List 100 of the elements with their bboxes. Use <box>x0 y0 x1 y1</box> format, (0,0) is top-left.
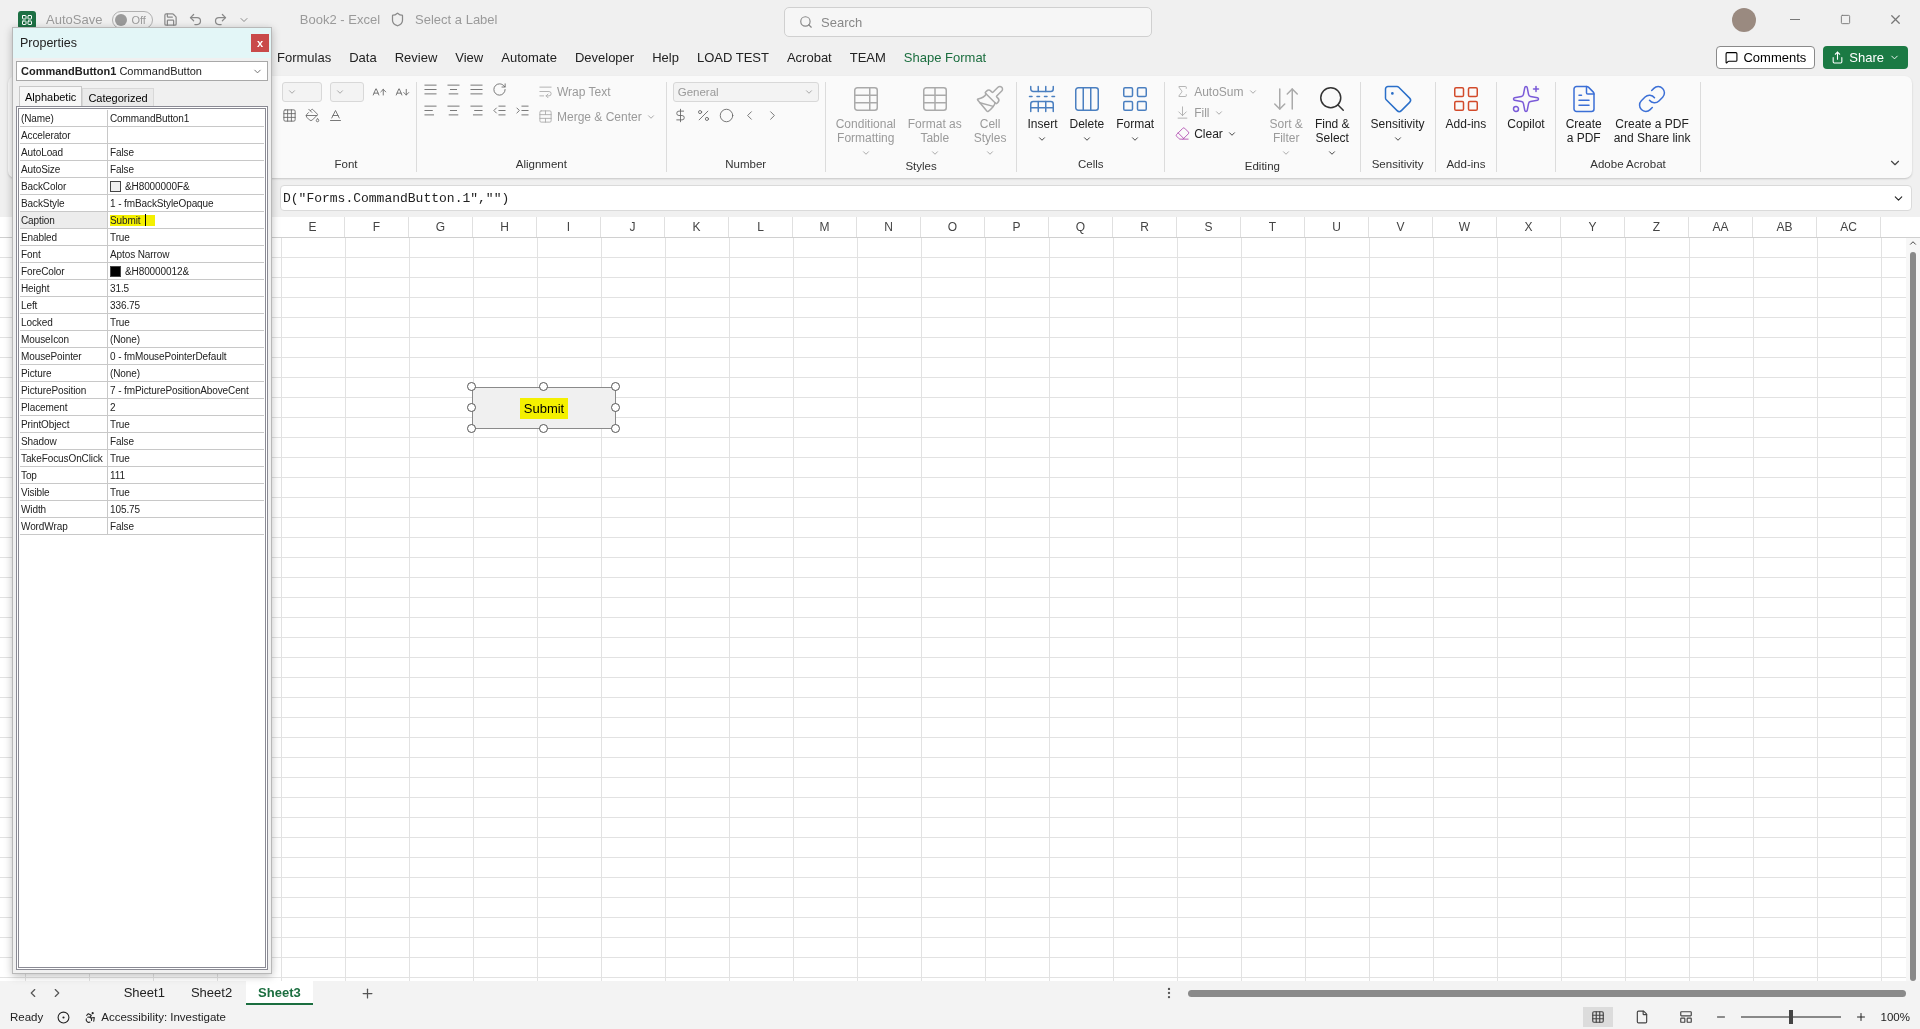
decrease-indent-icon[interactable] <box>492 103 507 118</box>
column-header[interactable]: Y <box>1561 217 1625 237</box>
column-header[interactable]: AB <box>1753 217 1817 237</box>
ribbon-command[interactable]: Clear <box>1171 124 1262 143</box>
property-name[interactable]: Placement <box>20 399 108 415</box>
align-middle-icon[interactable] <box>446 82 461 97</box>
ribbon-tab[interactable]: Acrobat <box>777 43 841 71</box>
resize-handle[interactable] <box>467 424 476 433</box>
column-header[interactable]: G <box>409 217 473 237</box>
property-name[interactable]: Top <box>20 467 108 483</box>
ribbon-command[interactable]: Create a PDF and Share link <box>1609 82 1695 147</box>
formula-bar[interactable]: D("Forms.CommandButton.1","") <box>280 185 1912 211</box>
column-header[interactable]: O <box>921 217 985 237</box>
ribbon-tab[interactable]: Developer <box>565 43 644 71</box>
align-center-icon[interactable] <box>446 103 461 118</box>
column-header[interactable]: E <box>281 217 345 237</box>
property-name[interactable]: Height <box>20 280 108 296</box>
property-name[interactable]: TakeFocusOnClick <box>20 450 108 466</box>
column-header[interactable]: N <box>857 217 921 237</box>
property-value[interactable]: &H80000012& <box>125 265 189 277</box>
close-button[interactable]: x <box>251 34 269 52</box>
property-value[interactable]: False <box>110 520 134 532</box>
column-header[interactable]: T <box>1241 217 1305 237</box>
ribbon-tab[interactable]: Review <box>385 43 447 71</box>
ribbon-command[interactable]: Sensitivity <box>1366 82 1429 146</box>
column-header[interactable]: F <box>345 217 409 237</box>
resize-handle[interactable] <box>467 382 476 391</box>
property-value[interactable]: 31.5 <box>110 282 130 294</box>
property-name[interactable]: AutoLoad <box>20 144 108 160</box>
column-header[interactable]: L <box>729 217 793 237</box>
ribbon-tab[interactable]: View <box>446 43 493 71</box>
comments-button[interactable]: Comments <box>1716 45 1816 69</box>
ribbon-command[interactable]: Create a PDF <box>1561 82 1606 147</box>
orientation-icon[interactable] <box>492 82 507 97</box>
property-name[interactable]: MouseIcon <box>20 331 108 347</box>
ribbon-command[interactable]: Delete <box>1065 82 1109 146</box>
macro-record-icon[interactable] <box>57 1010 71 1024</box>
property-name[interactable]: PicturePosition <box>20 382 108 398</box>
property-name[interactable]: Caption <box>20 212 108 228</box>
align-left-icon[interactable] <box>423 103 438 118</box>
property-value[interactable]: True <box>110 452 130 464</box>
property-name[interactable]: ForeColor <box>20 263 108 279</box>
column-header[interactable]: M <box>793 217 857 237</box>
column-header[interactable]: X <box>1497 217 1561 237</box>
column-header[interactable]: Q <box>1049 217 1113 237</box>
ribbon-tab[interactable]: Help <box>643 43 688 71</box>
column-header[interactable]: V <box>1369 217 1433 237</box>
save-icon[interactable] <box>162 12 178 27</box>
column-header[interactable]: H <box>473 217 537 237</box>
property-value[interactable]: 111 <box>110 469 125 481</box>
accessibility-status[interactable]: Accessibility: Investigate <box>101 1011 226 1023</box>
redo-icon[interactable] <box>212 12 228 27</box>
column-header[interactable]: Z <box>1625 217 1689 237</box>
property-name[interactable]: BackStyle <box>20 195 108 211</box>
resize-handle[interactable] <box>539 382 548 391</box>
property-name[interactable]: (Name) <box>20 110 108 126</box>
resize-handle[interactable] <box>611 403 620 412</box>
sheet-tab[interactable]: Sheet2 <box>178 981 245 1005</box>
property-value[interactable]: False <box>110 163 134 175</box>
borders-icon[interactable] <box>282 108 297 123</box>
properties-tab[interactable]: Categorized <box>82 88 154 106</box>
properties-tab[interactable]: Alphabetic <box>19 86 83 106</box>
property-value[interactable]: Aptos Narrow <box>110 248 170 260</box>
command-button[interactable]: Submit <box>472 387 616 429</box>
font-color-icon[interactable] <box>328 108 343 123</box>
property-value[interactable]: 0 - fmMousePointerDefault <box>110 350 227 362</box>
zoom-in-icon[interactable] <box>1854 1011 1867 1023</box>
column-header[interactable]: J <box>601 217 665 237</box>
property-name[interactable]: Picture <box>20 365 108 381</box>
fill-color-icon[interactable] <box>305 108 320 123</box>
property-name[interactable]: WordWrap <box>20 518 108 534</box>
column-header[interactable]: AA <box>1689 217 1753 237</box>
ribbon-command[interactable]: Find & Select <box>1310 82 1354 160</box>
property-value[interactable]: 2 <box>110 401 116 413</box>
property-value[interactable]: 105.75 <box>110 503 140 515</box>
property-value[interactable]: False <box>110 146 134 158</box>
property-name[interactable]: MousePointer <box>20 348 108 364</box>
property-value[interactable]: 336.75 <box>110 299 140 311</box>
column-header[interactable]: S <box>1177 217 1241 237</box>
resize-handle[interactable] <box>611 382 620 391</box>
zoom-level[interactable]: 100% <box>1880 1011 1910 1023</box>
vertical-scrollbar[interactable] <box>1906 238 1920 981</box>
property-name[interactable]: Left <box>20 297 108 313</box>
resize-handle[interactable] <box>611 424 620 433</box>
column-header[interactable]: K <box>665 217 729 237</box>
property-name[interactable]: BackColor <box>20 178 108 194</box>
column-header[interactable]: U <box>1305 217 1369 237</box>
property-value[interactable]: True <box>110 316 130 328</box>
column-header[interactable]: W <box>1433 217 1497 237</box>
property-name[interactable]: Width <box>20 501 108 517</box>
property-name[interactable]: PrintObject <box>20 416 108 432</box>
property-value[interactable]: True <box>110 486 130 498</box>
property-value[interactable]: False <box>110 435 134 447</box>
property-value[interactable]: &H8000000F& <box>125 180 190 192</box>
object-dropdown[interactable]: CommandButton1 CommandButton <box>16 61 268 81</box>
property-value[interactable]: 7 - fmPicturePositionAboveCent <box>110 384 249 396</box>
sheet-tab[interactable]: Sheet1 <box>111 981 177 1005</box>
ribbon-command[interactable]: Add-ins <box>1441 82 1491 133</box>
ribbon-command[interactable]: Insert <box>1023 82 1062 146</box>
increase-indent-icon[interactable] <box>515 103 530 118</box>
